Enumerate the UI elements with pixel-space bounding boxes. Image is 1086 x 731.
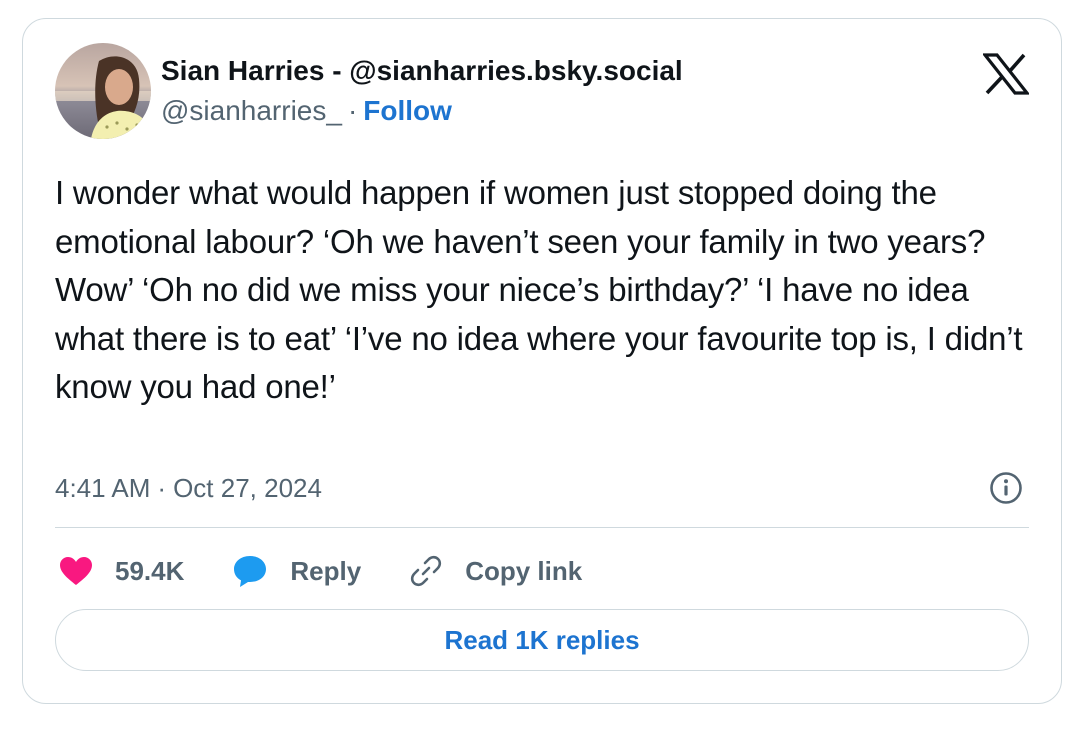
reply-bubble-icon: [234, 556, 267, 587]
meta-separator: ·: [157, 473, 167, 503]
tweet-time: 4:41 AM: [55, 473, 151, 503]
follow-button[interactable]: Follow: [363, 95, 452, 126]
author-handle[interactable]: @sianharries_: [161, 95, 342, 126]
copy-link-label: Copy link: [465, 555, 583, 586]
reply-button[interactable]: Reply: [232, 554, 361, 588]
info-icon[interactable]: [989, 471, 1023, 505]
copy-link-button[interactable]: Copy link: [409, 554, 582, 588]
tweet-embed-card: Sian Harries - @sianharries.bsky.social …: [22, 18, 1062, 704]
divider: [55, 527, 1029, 528]
action-bar: 59.4K Reply Copy link: [59, 551, 630, 591]
like-count: 59.4K: [115, 555, 185, 586]
handle-row: @sianharries_ · Follow: [161, 93, 683, 129]
author-block: Sian Harries - @sianharries.bsky.social …: [161, 53, 683, 129]
handle-separator: ·: [347, 95, 358, 126]
x-logo-icon[interactable]: [983, 53, 1029, 95]
link-icon: [411, 555, 442, 587]
avatar[interactable]: [55, 43, 151, 139]
profile-photo: [55, 43, 151, 139]
heart-icon: [60, 557, 92, 585]
tweet-timestamp[interactable]: 4:41 AM · Oct 27, 2024: [55, 471, 322, 505]
author-display-name[interactable]: Sian Harries - @sianharries.bsky.social: [161, 53, 683, 89]
reply-label: Reply: [290, 555, 362, 586]
read-replies-button[interactable]: Read 1K replies: [55, 609, 1029, 671]
tweet-date: Oct 27, 2024: [173, 473, 322, 503]
like-button[interactable]: 59.4K: [59, 556, 184, 587]
tweet-text: I wonder what would happen if women just…: [55, 174, 1023, 405]
